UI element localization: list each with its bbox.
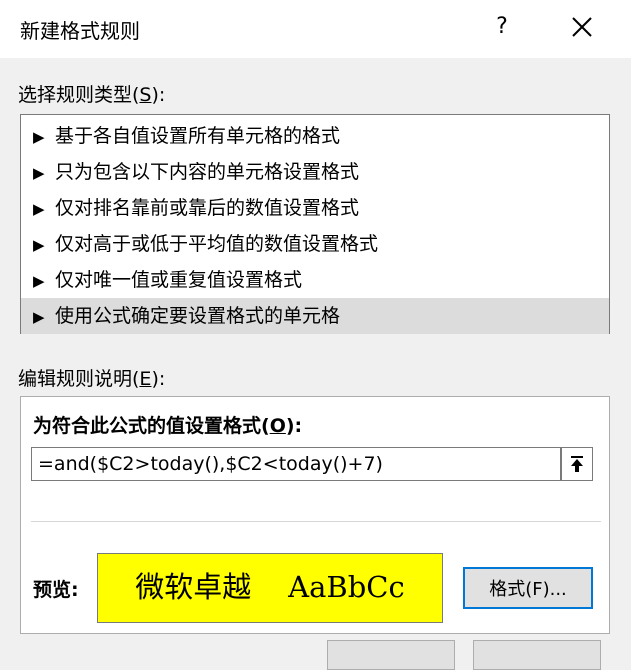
rule-type-item[interactable]: ▶ 基于各自值设置所有单元格的格式 <box>21 118 609 154</box>
rule-type-item[interactable]: ▶ 仅对唯一值或重复值设置格式 <box>21 262 609 298</box>
rule-type-item-label: 仅对唯一值或重复值设置格式 <box>55 269 303 291</box>
expand-arrow-icon: ▶ <box>33 236 45 254</box>
cancel-button[interactable] <box>473 640 601 670</box>
preview-box: 微软卓越 AaBbCc <box>97 553 443 623</box>
formula-label: 为符合此公式的值设置格式(O): <box>33 415 303 437</box>
rule-type-item-label: 仅对高于或低于平均值的数值设置格式 <box>55 233 379 255</box>
expand-arrow-icon: ▶ <box>33 308 45 326</box>
title-bar: 新建格式规则 ? <box>0 0 631 58</box>
rule-type-item-label: 只为包含以下内容的单元格设置格式 <box>55 161 360 183</box>
rule-type-item[interactable]: ▶ 使用公式确定要设置格式的单元格 <box>21 298 609 334</box>
expand-arrow-icon: ▶ <box>33 164 45 182</box>
rule-type-label: 选择规则类型(S): <box>18 84 166 106</box>
rule-type-item[interactable]: ▶ 只为包含以下内容的单元格设置格式 <box>21 154 609 190</box>
divider <box>31 521 601 522</box>
help-button[interactable]: ? <box>490 12 514 42</box>
rule-type-item-label: 使用公式确定要设置格式的单元格 <box>55 305 341 327</box>
expand-arrow-icon: ▶ <box>33 128 45 146</box>
collapse-dialog-icon <box>571 456 583 472</box>
expand-arrow-icon: ▶ <box>33 272 45 290</box>
rule-type-item-label: 仅对排名靠前或靠后的数值设置格式 <box>55 197 360 219</box>
edit-rule-panel: 为符合此公式的值设置格式(O): 预览: 微软卓越 AaBbCc 格式(F)..… <box>20 396 610 634</box>
close-button[interactable] <box>567 12 597 42</box>
edit-rule-label: 编辑规则说明(E): <box>18 368 166 390</box>
rule-type-item[interactable]: ▶ 仅对高于或低于平均值的数值设置格式 <box>21 226 609 262</box>
dialog-title: 新建格式规则 <box>20 19 140 43</box>
rule-type-item-label: 基于各自值设置所有单元格的格式 <box>55 125 341 147</box>
formula-input[interactable] <box>31 447 561 481</box>
close-icon <box>572 17 592 37</box>
rule-type-list[interactable]: ▶ 基于各自值设置所有单元格的格式 ▶ 只为包含以下内容的单元格设置格式 ▶ 仅对排名靠前… <box>20 114 610 334</box>
collapse-dialog-button[interactable] <box>561 447 593 481</box>
rule-type-item[interactable]: ▶ 仅对排名靠前或靠后的数值设置格式 <box>21 190 609 226</box>
expand-arrow-icon: ▶ <box>33 200 45 218</box>
preview-label: 预览: <box>33 579 79 601</box>
format-button[interactable]: 格式(F)... <box>463 567 593 609</box>
ok-button[interactable] <box>327 640 455 670</box>
